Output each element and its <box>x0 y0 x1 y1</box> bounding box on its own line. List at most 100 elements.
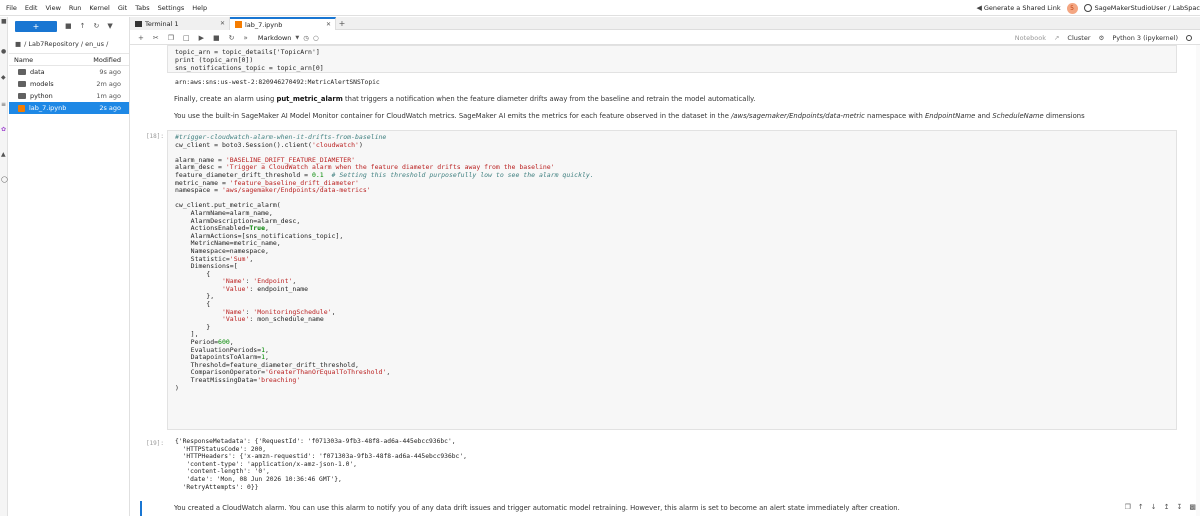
share-link-button[interactable]: ◀ Generate a Shared Link <box>976 4 1060 12</box>
folder-icon <box>18 93 26 99</box>
file-list-header: Name Modified <box>9 53 129 66</box>
cell-output: {'ResponseMetadata': {'RequestId': 'f071… <box>175 438 467 491</box>
code-cell[interactable]: #trigger-cloudwatch-alarm-when-it-drifts… <box>167 130 1177 430</box>
file-modified: 2s ago <box>99 104 121 112</box>
output-line: 'content-length': '0', <box>175 468 270 476</box>
output-line: 'HTTPHeaders': {'x-amzn-requestid': 'f07… <box>175 453 467 461</box>
output-line: 'content-type': 'application/x-amz-json-… <box>175 460 357 468</box>
toc-icon[interactable]: ≡ <box>1 102 7 108</box>
kernel-status: Notebook ↗ Cluster ⚙ Python 3 (ipykernel… <box>1015 34 1192 42</box>
stop-icon[interactable]: ■ <box>213 34 220 42</box>
new-folder-icon[interactable]: ■ <box>65 22 72 30</box>
breadcrumb-path[interactable]: / Lab7Repository / en_us / <box>24 40 108 48</box>
cut-icon[interactable]: ✂ <box>153 34 159 42</box>
kernel-status-icon <box>1186 34 1192 41</box>
tab-notebook[interactable]: lab_7.ipynb ✕ <box>230 17 336 30</box>
notebook-content: topic_arn = topic_details['TopicArn'] pr… <box>130 45 1200 516</box>
close-icon[interactable]: ✕ <box>220 20 225 27</box>
menu-settings[interactable]: Settings <box>154 4 189 12</box>
menu-help[interactable]: Help <box>188 4 211 12</box>
git-icon[interactable]: ○ <box>313 34 319 42</box>
markdown-paragraph: Finally, create an alarm using put_metri… <box>174 95 756 103</box>
extension-icon[interactable]: ✿ <box>1 127 7 133</box>
cluster-label[interactable]: Cluster <box>1067 34 1090 42</box>
menu-view[interactable]: View <box>41 4 64 12</box>
chevron-down-icon: ▼ <box>295 34 300 41</box>
close-icon[interactable]: ✕ <box>326 21 331 28</box>
new-launcher-button[interactable]: + <box>15 20 57 32</box>
move-down-icon[interactable]: ↓ <box>1151 503 1157 511</box>
output-line: 'date': 'Mon, 08 Jun 2026 10:36:46 GMT'}… <box>175 475 342 483</box>
menu-file[interactable]: File <box>2 4 21 12</box>
menu-run[interactable]: Run <box>65 4 85 12</box>
puzzle-icon[interactable]: ▲ <box>1 152 7 158</box>
list-item[interactable]: models 2m ago <box>9 78 129 90</box>
column-name[interactable]: Name <box>14 56 33 64</box>
copy-icon[interactable]: ❐ <box>168 34 174 42</box>
kernel-label[interactable]: Python 3 (ipykernel) <box>1112 34 1178 42</box>
breadcrumb: ■ / Lab7Repository / en_us / <box>9 35 129 53</box>
tab-terminal[interactable]: Terminal 1 ✕ <box>130 17 230 30</box>
code-block: #trigger-cloudwatch-alarm-when-it-drifts… <box>175 133 594 392</box>
gear-icon[interactable]: ⚙ <box>1099 34 1105 42</box>
menu-bar: File Edit View Run Kernel Git Tabs Setti… <box>0 0 1200 16</box>
restart-icon[interactable]: ↻ <box>229 34 235 42</box>
file-modified: 9s ago <box>99 68 121 76</box>
external-link-icon[interactable]: ↗ <box>1054 34 1059 42</box>
filter-icon[interactable]: ▼ <box>107 22 112 30</box>
user-label: SageMakerStudioUser / LabSpac <box>1094 4 1200 12</box>
menu-kernel[interactable]: Kernel <box>85 4 113 12</box>
file-modified: 1m ago <box>96 92 121 100</box>
menu-tabs[interactable]: Tabs <box>131 4 153 12</box>
file-name: data <box>30 68 45 76</box>
refresh-icon[interactable]: ↻ <box>94 22 100 30</box>
folder-icon[interactable]: ■ <box>1 19 7 25</box>
folder-icon <box>18 81 26 87</box>
notebook-icon <box>235 21 242 28</box>
menu-edit[interactable]: Edit <box>21 4 42 12</box>
notebook-view-label[interactable]: Notebook <box>1015 34 1046 42</box>
user-menu[interactable]: SageMakerStudioUser / LabSpac <box>1083 4 1200 12</box>
history-icon[interactable]: ◯ <box>1 177 8 183</box>
fast-forward-icon[interactable]: » <box>244 34 248 42</box>
list-item[interactable]: python 1m ago <box>9 90 129 102</box>
tab-label: lab_7.ipynb <box>245 20 283 29</box>
move-up-icon[interactable]: ↑ <box>1138 503 1144 511</box>
run-icon[interactable]: ▶ <box>199 34 204 42</box>
cell-type-select[interactable]: Markdown ▼ ◷ ○ <box>258 34 319 42</box>
user-icon <box>1083 4 1092 12</box>
new-tab-button[interactable]: + <box>336 17 348 29</box>
add-cell-icon[interactable]: + <box>138 34 144 42</box>
git-icon[interactable]: ◆ <box>1 75 7 81</box>
share-link-label: Generate a Shared Link <box>983 4 1061 12</box>
delete-icon[interactable]: ▩ <box>1189 503 1196 511</box>
output-line: 'RetryAttempts': 0}} <box>175 483 259 491</box>
output-line: {'ResponseMetadata': {'RequestId': 'f071… <box>175 438 456 445</box>
add-below-icon[interactable]: ↧ <box>1177 503 1183 511</box>
paste-icon[interactable]: □ <box>183 34 190 42</box>
list-item[interactable]: data 9s ago <box>9 66 129 78</box>
tab-label: Terminal 1 <box>145 19 179 28</box>
folder-icon: ■ <box>15 40 22 48</box>
running-icon[interactable]: ● <box>1 49 7 55</box>
duplicate-icon[interactable]: ❐ <box>1125 503 1131 511</box>
file-modified: 2m ago <box>96 80 121 88</box>
file-name: models <box>30 80 54 88</box>
column-modified[interactable]: Modified <box>93 56 121 64</box>
add-above-icon[interactable]: ↥ <box>1164 503 1170 511</box>
main-menu: File Edit View Run Kernel Git Tabs Setti… <box>0 0 211 16</box>
cell-toolbar: ❐ ↑ ↓ ↥ ↧ ▩ <box>1125 503 1196 511</box>
share-icon: ◀ <box>976 4 982 12</box>
notebook-toolbar: + ✂ ❐ □ ▶ ■ ↻ » Markdown ▼ ◷ ○ Notebook … <box>130 31 1200 45</box>
folder-icon <box>18 69 26 75</box>
file-browser: + ■ ↑ ↻ ▼ ■ / Lab7Repository / en_us / N… <box>9 17 130 516</box>
notification-badge[interactable]: 5 <box>1066 2 1078 14</box>
upload-icon[interactable]: ↑ <box>80 22 86 30</box>
list-item[interactable]: lab_7.ipynb 2s ago <box>9 102 129 114</box>
markdown-paragraph[interactable]: You created a CloudWatch alarm. You can … <box>174 504 900 512</box>
scrollbar[interactable] <box>1196 45 1200 516</box>
history-icon[interactable]: ◷ <box>303 34 309 42</box>
menu-git[interactable]: Git <box>114 4 131 12</box>
code-cell-top[interactable]: topic_arn = topic_details['TopicArn'] pr… <box>167 45 1177 73</box>
cell-output: arn:aws:sns:us-west-2:820946270492:Metri… <box>175 79 380 86</box>
